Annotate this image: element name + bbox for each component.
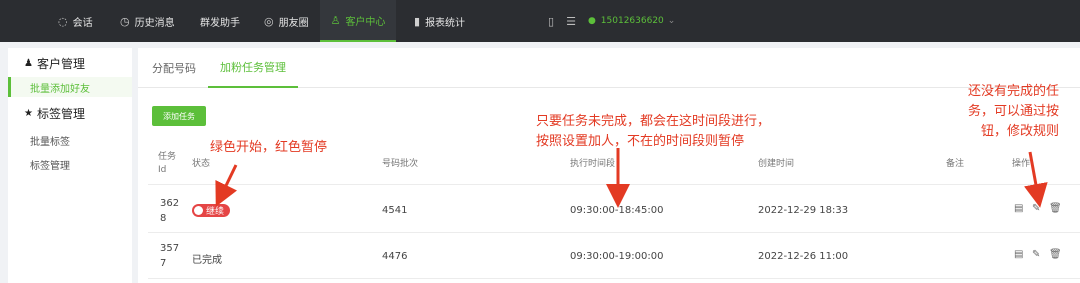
cell-batch: 4476 bbox=[382, 251, 408, 262]
status-label: 继续 bbox=[206, 207, 225, 217]
cell-time-range: 09:30:00-19:00:00 bbox=[570, 251, 664, 262]
tab-label: 加粉任务管理 bbox=[220, 61, 286, 74]
annotation-line: 还没有完成的任 bbox=[968, 84, 1060, 99]
sidebar-item-batch-add-friends[interactable]: 批量添加好友 bbox=[8, 77, 132, 97]
annotation-time-range: 只要任务未完成，都会在这时间段进行， 按照设置加人，不在的时间段则暂停 bbox=[536, 112, 770, 152]
col-header-task-id: 任务 Id bbox=[158, 151, 176, 177]
cell-task-id: 357 7 bbox=[160, 241, 179, 271]
nav-label: 历史消息 bbox=[134, 17, 175, 29]
nav-tools: ▯ ☰ ● 15012636620 ⌄ bbox=[548, 0, 675, 42]
col-header-status: 状态 bbox=[192, 159, 211, 169]
col-header-batch: 号码批次 bbox=[382, 159, 419, 169]
tab-bar: 分配号码 加粉任务管理 bbox=[138, 48, 1080, 88]
annotation-status: 绿色开始，红色暂停 bbox=[210, 140, 328, 155]
toggle-knob bbox=[194, 206, 203, 215]
nav-item-customer-center[interactable]: ♙ 客户中心 bbox=[320, 0, 396, 42]
user-icon: ♟ bbox=[24, 58, 33, 69]
person-icon: ● bbox=[587, 16, 596, 26]
delete-icon[interactable]: 🗑 bbox=[1049, 203, 1062, 214]
star-icon: ★ bbox=[24, 108, 33, 119]
nav-item-reports[interactable]: ▮ 报表统计 bbox=[414, 0, 465, 42]
nav-label: 会话 bbox=[72, 17, 93, 29]
sidebar-item-label: 批量标签 bbox=[30, 136, 70, 148]
cell-line: 362 bbox=[160, 198, 180, 209]
database-icon[interactable]: ☰ bbox=[566, 15, 576, 28]
nav-label: 群发助手 bbox=[200, 17, 240, 29]
nav-item-history[interactable]: ◷ 历史消息 bbox=[120, 0, 175, 42]
col-header-line: 任务 bbox=[158, 152, 177, 162]
delete-icon[interactable]: 🗑 bbox=[1049, 249, 1062, 260]
tab-label: 分配号码 bbox=[152, 62, 196, 75]
sidebar: ♟ 客户管理 批量添加好友 ★ 标签管理 批量标签 标签管理 bbox=[8, 48, 132, 283]
cell-line: 357 bbox=[160, 243, 180, 254]
cell-time-range: 09:30:00-18:45:00 bbox=[570, 205, 664, 216]
detail-icon[interactable]: ▤ bbox=[1014, 203, 1023, 214]
nav-label: 报表统计 bbox=[425, 17, 466, 29]
sidebar-group-customer: ♟ 客户管理 bbox=[24, 55, 85, 72]
chevron-down-icon[interactable]: ⌄ bbox=[668, 16, 676, 26]
account-phone[interactable]: 15012636620 bbox=[601, 16, 664, 26]
tab-assign-numbers[interactable]: 分配号码 bbox=[152, 48, 196, 88]
sidebar-item-tag-management[interactable]: 标签管理 bbox=[8, 154, 132, 174]
tab-add-fans-tasks[interactable]: 加粉任务管理 bbox=[208, 48, 298, 88]
divider bbox=[148, 232, 1080, 233]
annotation-line: 钮，修改规则 bbox=[981, 124, 1060, 139]
annotation-line: 按照设置加人，不在的时间段则暂停 bbox=[536, 134, 745, 149]
sidebar-group-tags: ★ 标签管理 bbox=[24, 105, 85, 122]
annotation-ops: 还没有完成的任 务，可以通过按 钮，修改规则 bbox=[968, 82, 1059, 142]
col-header-time-range: 执行时间段 bbox=[570, 159, 616, 169]
annotation-line: 只要任务未完成，都会在这时间段进行， bbox=[536, 114, 771, 129]
divider bbox=[148, 184, 1080, 185]
status-toggle-paused[interactable]: 继续 bbox=[192, 204, 231, 217]
moments-icon: ◎ bbox=[264, 14, 274, 28]
chat-icon: ◌ bbox=[58, 14, 68, 28]
sidebar-item-label: 批量添加好友 bbox=[30, 83, 90, 95]
detail-icon[interactable]: ▤ bbox=[1014, 249, 1023, 260]
user-icon: ♙ bbox=[330, 13, 341, 27]
top-navbar: ◌ 会话 ◷ 历史消息 群发助手 ◎ 朋友圈 ♙ 客户中心 ▮ 报表统计 ▯ ☰… bbox=[0, 0, 1080, 42]
nav-item-moments[interactable]: ◎ 朋友圈 bbox=[264, 0, 309, 42]
cell-created: 2022-12-29 18:33 bbox=[758, 205, 849, 216]
add-task-button[interactable]: 添加任务 bbox=[152, 106, 206, 126]
cell-task-id: 362 8 bbox=[160, 196, 179, 226]
annotation-line: 务，可以通过按 bbox=[968, 104, 1060, 119]
col-header-ops: 操作 bbox=[1012, 159, 1031, 169]
sidebar-group-label: 标签管理 bbox=[36, 107, 85, 121]
sidebar-item-batch-tags[interactable]: 批量标签 bbox=[8, 130, 132, 150]
col-header-created: 创建时间 bbox=[758, 159, 795, 169]
nav-label: 客户中心 bbox=[345, 16, 386, 28]
cell-line: 8 bbox=[160, 213, 167, 224]
main-panel: 分配号码 加粉任务管理 添加任务 任务 Id 状态 号码批次 执行时间段 创建时… bbox=[138, 48, 1080, 283]
book-icon[interactable]: ▯ bbox=[548, 15, 554, 28]
col-header-line: Id bbox=[158, 165, 167, 175]
nav-label: 朋友圈 bbox=[278, 17, 309, 29]
clock-icon: ◷ bbox=[120, 14, 130, 28]
nav-item-broadcast[interactable]: 群发助手 bbox=[200, 0, 240, 42]
edit-icon[interactable]: ✎ bbox=[1032, 203, 1040, 214]
cell-created: 2022-12-26 11:00 bbox=[758, 251, 849, 262]
divider bbox=[148, 278, 1080, 279]
col-header-note: 备注 bbox=[946, 159, 965, 169]
sidebar-group-label: 客户管理 bbox=[36, 57, 85, 71]
nav-item-chat[interactable]: ◌ 会话 bbox=[58, 0, 93, 42]
cell-line: 7 bbox=[160, 258, 167, 269]
sidebar-item-label: 标签管理 bbox=[30, 160, 70, 172]
edit-icon[interactable]: ✎ bbox=[1032, 249, 1040, 260]
bar-chart-icon: ▮ bbox=[414, 14, 421, 28]
cell-batch: 4541 bbox=[382, 205, 408, 216]
status-text-completed: 已完成 bbox=[192, 255, 222, 266]
